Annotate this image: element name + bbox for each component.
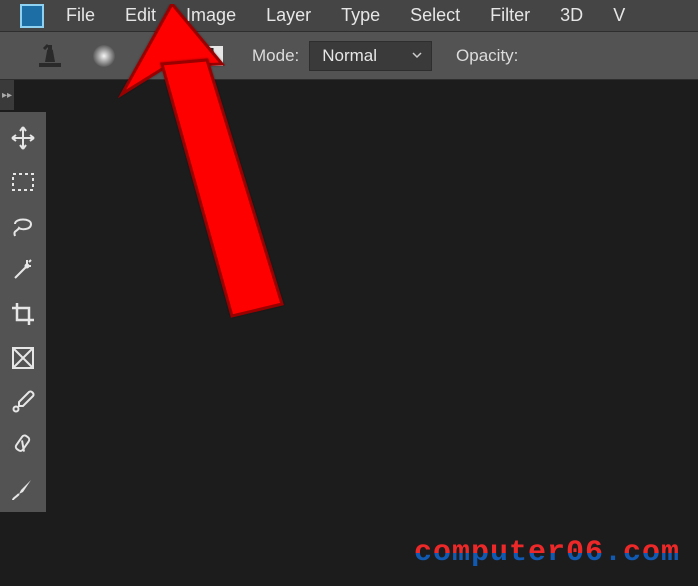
menu-filter[interactable]: Filter — [490, 5, 530, 26]
menu-view-partial[interactable]: V — [613, 5, 625, 26]
opacity-label: Opacity: — [456, 46, 518, 66]
watermark-text: computer06.com — [414, 536, 680, 570]
brush-preset-icon[interactable] — [90, 42, 118, 70]
menu-edit[interactable]: Edit — [125, 5, 156, 26]
options-bar: Mode: Normal Opacity: — [0, 32, 698, 80]
crop-tool[interactable] — [5, 292, 41, 336]
rectangular-marquee-tool[interactable] — [5, 160, 41, 204]
healing-brush-tool[interactable] — [5, 424, 41, 468]
toolbox — [0, 112, 46, 512]
clone-source-panel-icon[interactable] — [198, 42, 226, 70]
menu-type[interactable]: Type — [341, 5, 380, 26]
toggle-brush-panel-icon[interactable] — [144, 42, 172, 70]
app-logo — [20, 4, 44, 28]
clone-stamp-tool-indicator-icon[interactable] — [36, 42, 64, 70]
chevron-right-icon: ▸▸ — [2, 90, 12, 101]
menu-file[interactable]: File — [66, 5, 95, 26]
mode-dropdown[interactable]: Normal — [309, 41, 432, 71]
chevron-down-icon — [411, 46, 423, 66]
frame-tool[interactable] — [5, 336, 41, 380]
eyedropper-tool[interactable] — [5, 380, 41, 424]
menu-bar: File Edit Image Layer Type Select Filter… — [0, 0, 698, 32]
brush-tool[interactable] — [5, 468, 41, 512]
menu-layer[interactable]: Layer — [266, 5, 311, 26]
move-tool[interactable] — [5, 116, 41, 160]
canvas-area[interactable] — [46, 80, 698, 586]
panel-collapse-handle[interactable]: ▸▸ — [0, 80, 14, 110]
menu-3d[interactable]: 3D — [560, 5, 583, 26]
menu-select[interactable]: Select — [410, 5, 460, 26]
mode-label: Mode: — [252, 46, 299, 66]
magic-wand-tool[interactable] — [5, 248, 41, 292]
mode-value: Normal — [322, 46, 377, 66]
menu-image[interactable]: Image — [186, 5, 236, 26]
lasso-tool[interactable] — [5, 204, 41, 248]
